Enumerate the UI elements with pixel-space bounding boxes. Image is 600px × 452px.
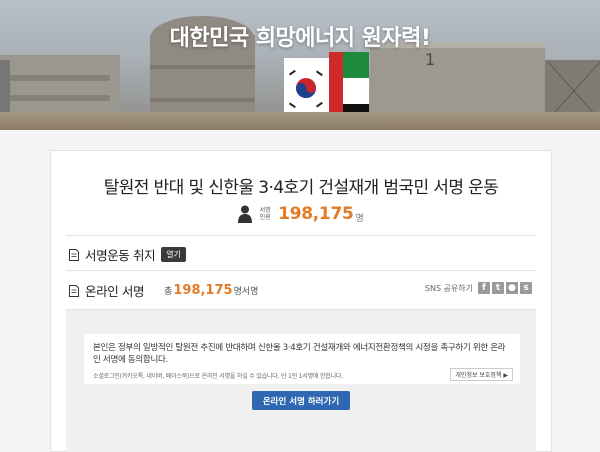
consent-notice: 본인은 정부의 일방적인 탈원전 추진에 반대하며 신한울 3·4호기 건설재개… — [84, 334, 520, 384]
twitter-icon[interactable]: t — [492, 282, 504, 294]
signature-label: 서명 인원 — [258, 207, 272, 221]
consent-statement: 본인은 정부의 일방적인 탈원전 추진에 반대하며 신한울 3·4호기 건설재개… — [93, 343, 506, 365]
divider — [66, 235, 536, 236]
purpose-section-label: 서명운동 취지 — [85, 248, 156, 263]
page-title: 탈원전 반대 및 신한울 3·4호기 건설재개 범국민 서명 운동 — [103, 178, 499, 198]
sns-share: SNS 공유하기 f t ● s — [425, 282, 532, 294]
person-icon — [238, 205, 253, 223]
campaign-card: 탈원전 반대 및 신한울 3·4호기 건설재개 범국민 서명 운동 서명 인원 … — [50, 150, 552, 452]
signature-summary: 서명 인원 198,175 명 — [51, 204, 551, 228]
kakaostory-icon[interactable]: s — [520, 282, 532, 294]
online-signature-total: 총 198,175 명서명 — [164, 283, 258, 298]
online-sign-button[interactable]: 온라인 서명 하러가기 — [252, 391, 350, 410]
document-icon — [69, 284, 79, 297]
signature-count: 198,175 — [278, 204, 354, 224]
total-prefix: 총 — [164, 287, 173, 297]
online-section-label: 온라인 서명 — [85, 284, 145, 299]
ground-strip — [0, 112, 600, 130]
petition-box: 본인은 정부의 일방적인 탈원전 추진에 반대하며 신한울 3·4호기 건설재개… — [66, 309, 536, 452]
sns-share-label: SNS 공유하기 — [424, 283, 473, 293]
purpose-section-header: 서명운동 취지 열기 — [69, 245, 186, 264]
login-note: 소셜로그인(카카오톡, 네이버, 페이스북)으로 온라인 서명을 하실 수 있습… — [93, 373, 343, 380]
signature-label-text: 서명 인원 — [259, 207, 271, 221]
privacy-policy-button[interactable]: 개인정보 보호정책 ▶ — [450, 368, 513, 381]
svg-text:1: 1 — [425, 50, 435, 69]
total-suffix: 명서명 — [233, 287, 259, 297]
kakaotalk-icon[interactable]: ● — [506, 282, 518, 294]
signature-unit: 명 — [355, 213, 364, 224]
hero-title: 대한민국 희망에너지 원자력! — [169, 26, 431, 51]
expand-purpose-button[interactable]: 열기 — [161, 247, 186, 262]
hero-banner: 1 대한민국 희망에너지 원자력! — [0, 0, 600, 130]
online-section-header: 온라인 서명 총 198,175 명서명 — [69, 281, 258, 300]
divider — [66, 270, 536, 271]
document-icon — [69, 248, 79, 261]
facebook-icon[interactable]: f — [478, 282, 490, 294]
online-signature-count: 198,175 — [173, 283, 233, 298]
